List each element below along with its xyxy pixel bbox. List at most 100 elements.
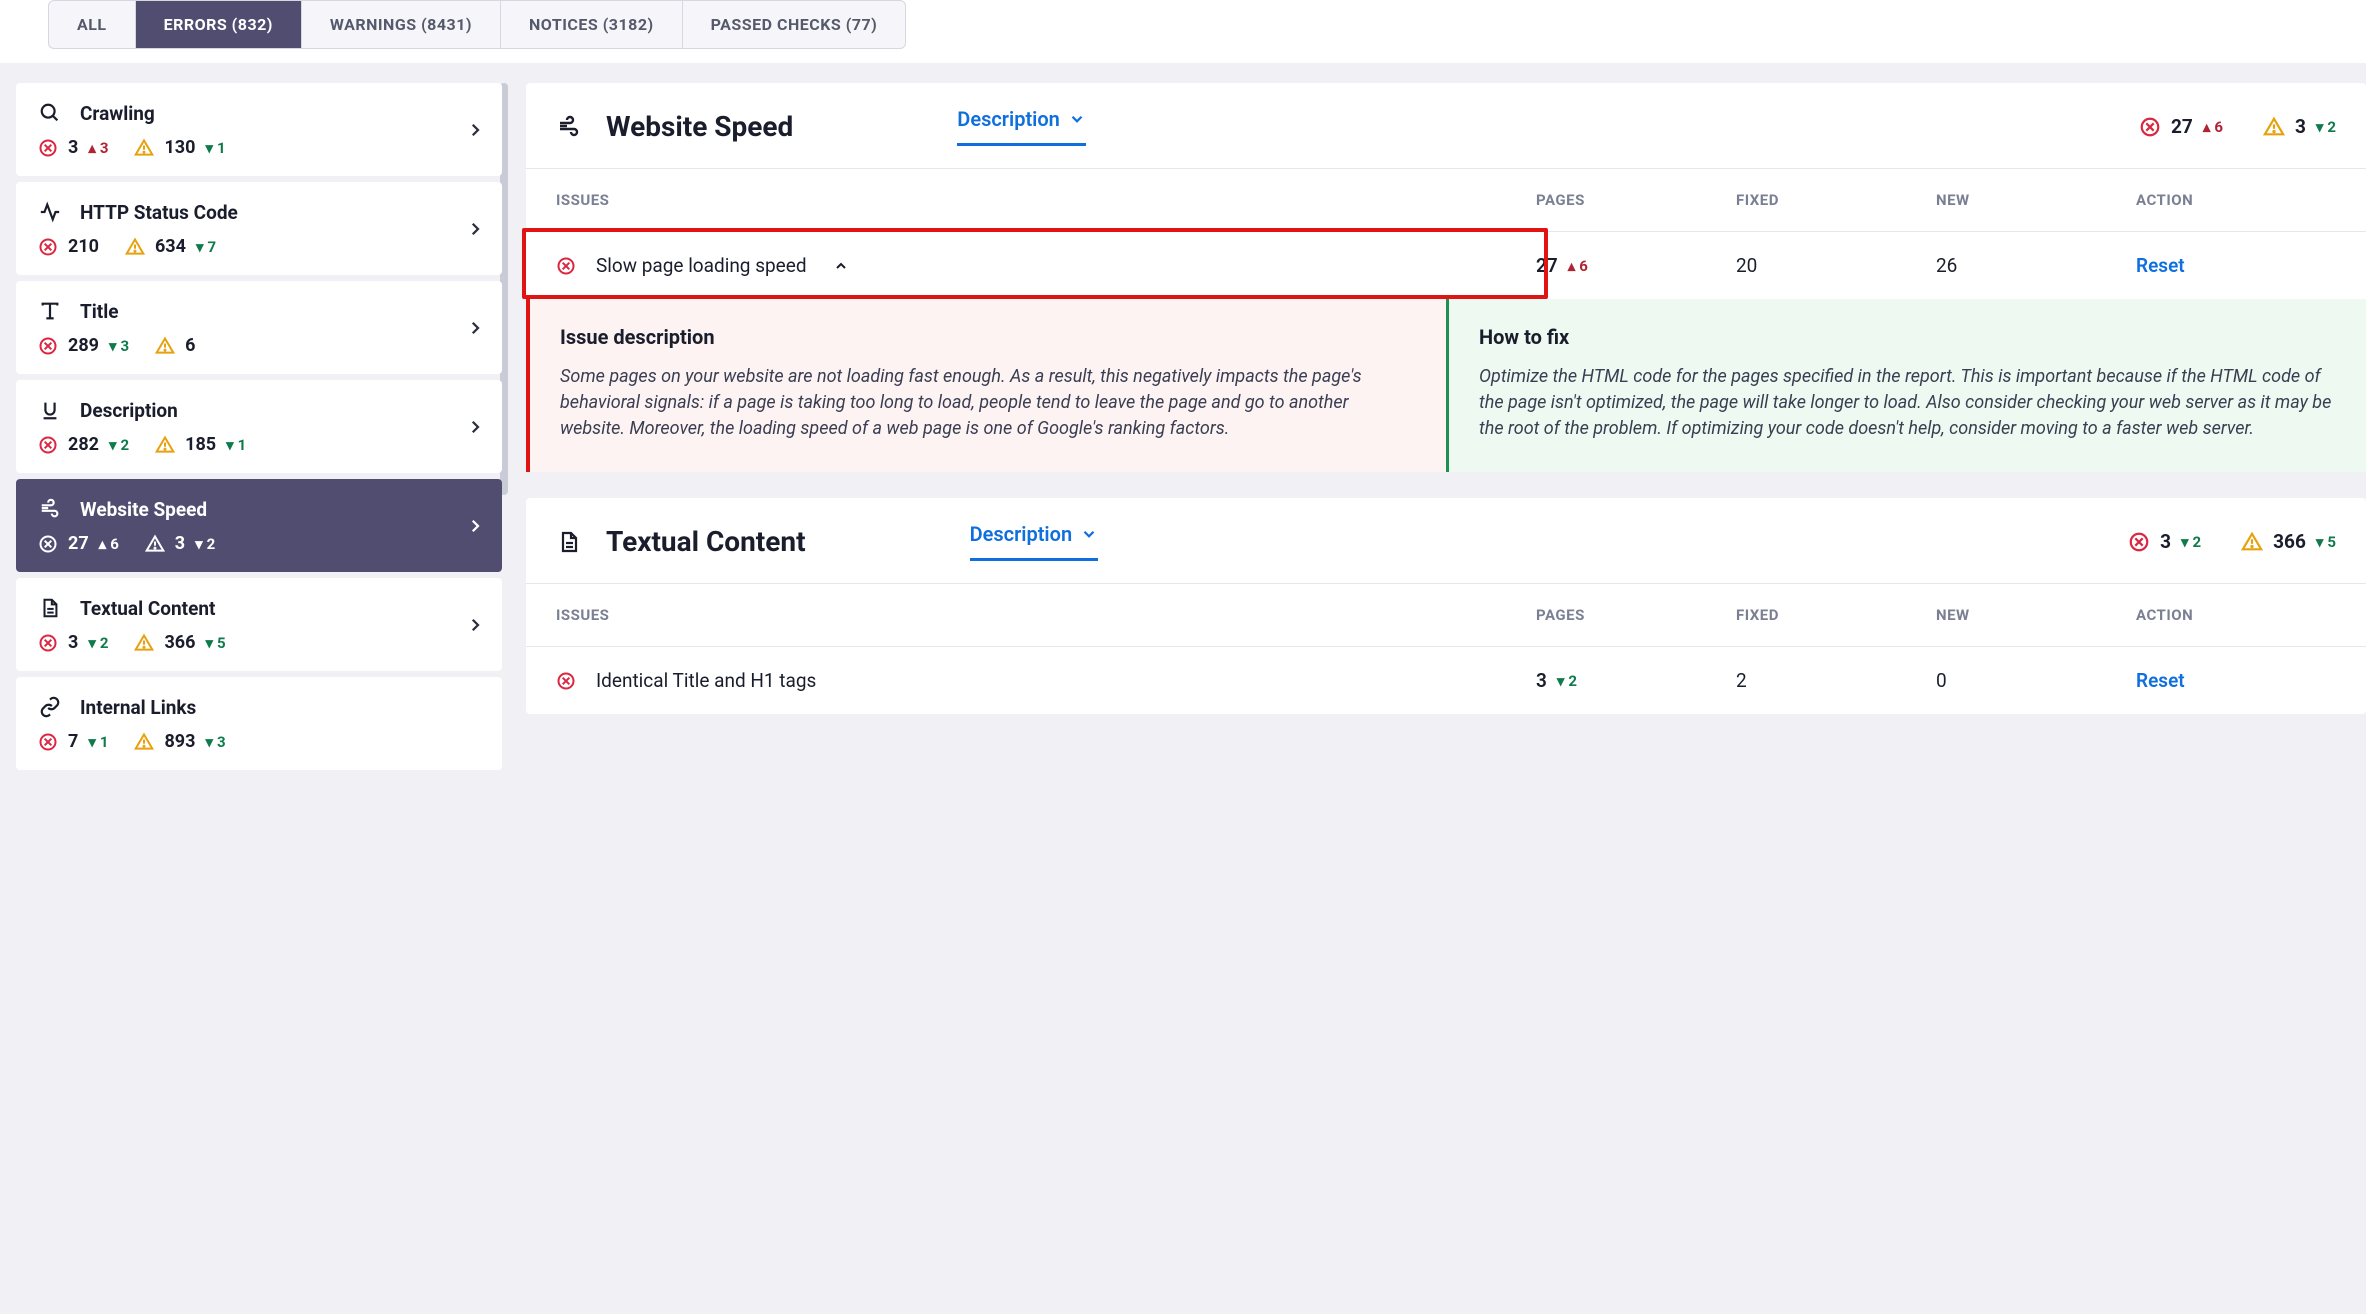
error-icon: [38, 237, 58, 257]
fixed-count: 20: [1736, 254, 1936, 277]
error-count: 282: [68, 434, 99, 455]
error-trend: ▴ 6: [99, 535, 119, 553]
error-trend: ▾ 2: [109, 436, 129, 454]
warning-icon: [155, 435, 175, 455]
col-new: NEW: [1936, 606, 2136, 624]
tab-passed[interactable]: PASSED CHECKS (77): [683, 1, 906, 48]
sidebar-item-label: Textual Content: [80, 597, 215, 620]
tab-warnings[interactable]: WARNINGS (8431): [302, 1, 501, 48]
col-pages: PAGES: [1536, 606, 1736, 624]
error-icon: [38, 732, 58, 752]
warning-count: 634: [155, 236, 186, 257]
error-icon: [556, 256, 576, 276]
warning-icon: [125, 237, 145, 257]
issue-row-slow-page[interactable]: Slow page loading speed 27 ▴ 6 20 26 Res…: [526, 231, 2366, 299]
warning-count: 185: [185, 434, 216, 455]
section-title: Textual Content: [606, 525, 806, 558]
sidebar-item-description[interactable]: Description 282 ▾ 2 185 ▾ 1: [16, 380, 502, 473]
col-action: ACTION: [2136, 191, 2336, 209]
error-icon: [38, 435, 58, 455]
sidebar: Crawling 3 ▴ 3 130 ▾ 1: [16, 83, 502, 770]
chevron-down-icon: [1080, 525, 1098, 543]
file-text-icon: [556, 529, 582, 555]
chevron-down-icon: [1068, 110, 1086, 128]
tab-all[interactable]: ALL: [49, 1, 136, 48]
sidebar-item-website-speed[interactable]: Website Speed 27 ▴ 6 3 ▾ 2: [16, 479, 502, 572]
chevron-right-icon: [466, 517, 484, 535]
section-website-speed: Website Speed Description 27 ▴ 6: [526, 83, 2366, 472]
error-count: 27: [68, 533, 89, 554]
warning-trend: ▾ 1: [205, 139, 225, 157]
error-trend: ▾ 1: [88, 733, 108, 751]
issue-name: Identical Title and H1 tags: [596, 669, 816, 692]
section-textual-content: Textual Content Description 3 ▾ 2: [526, 498, 2366, 714]
warning-trend: ▾ 1: [226, 436, 246, 454]
tab-notices[interactable]: NOTICES (3182): [501, 1, 683, 48]
link-icon: [38, 695, 62, 719]
wind-icon: [38, 497, 62, 521]
header-warning-summary: 3 ▾ 2: [2263, 115, 2336, 138]
chevron-right-icon: [466, 220, 484, 238]
error-count: 210: [68, 236, 99, 257]
pages-trend: ▴ 6: [1568, 257, 1588, 275]
sidebar-item-http-status[interactable]: HTTP Status Code 210 634 ▾ 7: [16, 182, 502, 275]
error-icon: [38, 138, 58, 158]
warning-count: 3: [175, 533, 185, 554]
pages-count: 3: [1536, 669, 1547, 692]
warning-count: 893: [164, 731, 195, 752]
reset-link[interactable]: Reset: [2136, 254, 2336, 277]
fixed-count: 2: [1736, 669, 1936, 692]
table-header: ISSUES PAGES FIXED NEW ACTION: [526, 583, 2366, 646]
header-error-summary: 3 ▾ 2: [2128, 530, 2201, 553]
col-action: ACTION: [2136, 606, 2336, 624]
error-count: 7: [68, 731, 78, 752]
issue-details: Issue description Some pages on your web…: [526, 299, 2366, 472]
sidebar-item-internal-links[interactable]: Internal Links 7 ▾ 1 893 ▾ 3: [16, 677, 502, 770]
sidebar-item-title[interactable]: Title 289 ▾ 3 6: [16, 281, 502, 374]
warning-count: 6: [185, 335, 195, 356]
error-icon: [2128, 531, 2150, 553]
sidebar-item-crawling[interactable]: Crawling 3 ▴ 3 130 ▾ 1: [16, 83, 502, 176]
col-issues: ISSUES: [556, 606, 1536, 624]
error-trend: ▴ 3: [88, 139, 108, 157]
underline-icon: [38, 398, 62, 422]
chevron-right-icon: [466, 616, 484, 634]
col-new: NEW: [1936, 191, 2136, 209]
tab-description[interactable]: Description: [957, 107, 1086, 146]
reset-link[interactable]: Reset: [2136, 669, 2336, 692]
col-fixed: FIXED: [1736, 191, 1936, 209]
new-count: 26: [1936, 254, 2136, 277]
warning-icon: [155, 336, 175, 356]
tab-errors[interactable]: ERRORS (832): [136, 1, 302, 48]
how-to-fix-text: Optimize the HTML code for the pages spe…: [1479, 364, 2336, 442]
section-title: Website Speed: [606, 110, 793, 143]
tab-description[interactable]: Description: [970, 522, 1099, 561]
warning-trend: ▾ 7: [196, 238, 216, 256]
top-tabs-wrapper: ALL ERRORS (832) WARNINGS (8431) NOTICES…: [0, 0, 2366, 63]
warning-icon: [2241, 531, 2263, 553]
chevron-right-icon: [466, 418, 484, 436]
error-icon: [2139, 116, 2161, 138]
issue-description-panel: Issue description Some pages on your web…: [526, 299, 1446, 472]
issue-description-title: Issue description: [560, 323, 1416, 352]
sidebar-item-label: Internal Links: [80, 696, 196, 719]
pages-count: 27: [1536, 254, 1558, 277]
col-issues: ISSUES: [556, 191, 1536, 209]
sidebar-item-textual-content[interactable]: Textual Content 3 ▾ 2 366 ▾ 5: [16, 578, 502, 671]
header-error-summary: 27 ▴ 6: [2139, 115, 2223, 138]
wind-icon: [556, 114, 582, 140]
search-icon: [38, 101, 62, 125]
main-panel: Website Speed Description 27 ▴ 6: [526, 83, 2366, 770]
error-icon: [38, 633, 58, 653]
warning-icon: [134, 138, 154, 158]
warning-trend: ▾ 5: [205, 634, 225, 652]
issue-row-identical-title-h1[interactable]: Identical Title and H1 tags 3 ▾ 2 2 0 Re…: [526, 646, 2366, 714]
filter-tabs: ALL ERRORS (832) WARNINGS (8431) NOTICES…: [48, 0, 906, 49]
sidebar-item-label: HTTP Status Code: [80, 201, 238, 224]
warning-icon: [2263, 116, 2285, 138]
how-to-fix-title: How to fix: [1479, 323, 2336, 352]
how-to-fix-panel: How to fix Optimize the HTML code for th…: [1446, 299, 2366, 472]
warning-icon: [134, 633, 154, 653]
sidebar-item-label: Crawling: [80, 102, 155, 125]
sidebar-item-label: Description: [80, 399, 178, 422]
